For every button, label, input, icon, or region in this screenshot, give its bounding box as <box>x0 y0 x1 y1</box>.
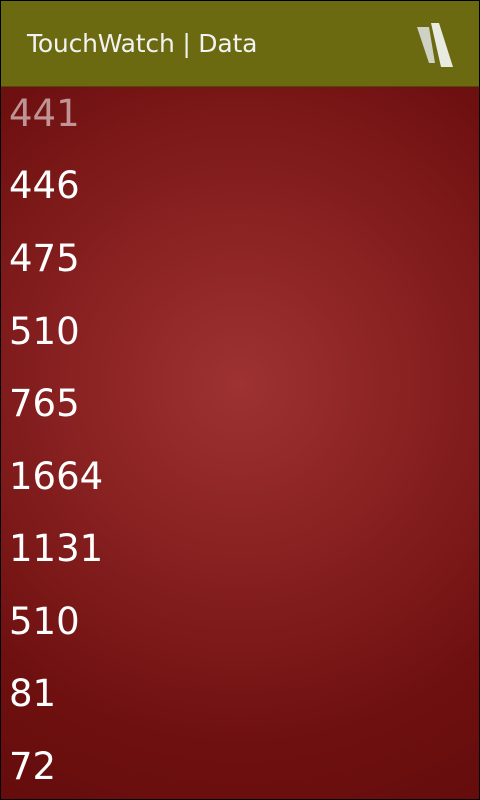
list-item[interactable]: 510 <box>9 603 80 676</box>
list-item[interactable]: 1664 <box>9 458 103 531</box>
data-list[interactable]: 441 446 475 510 765 1664 1131 510 81 72 <box>1 87 479 799</box>
list-item[interactable]: 441 <box>9 95 80 168</box>
list-item[interactable]: 765 <box>9 385 80 458</box>
list-item[interactable]: 1131 <box>9 530 103 603</box>
app-title: TouchWatch | Data <box>27 29 258 58</box>
list-item[interactable]: 475 <box>9 240 80 313</box>
list-item[interactable]: 81 <box>9 675 56 748</box>
title-bar: TouchWatch | Data <box>1 1 479 87</box>
list-item[interactable]: 72 <box>9 748 56 799</box>
list-item[interactable]: 446 <box>9 167 80 240</box>
screen: TouchWatch | Data 441 446 475 510 765 16… <box>1 1 479 799</box>
app-logo-icon[interactable] <box>417 23 453 67</box>
list-item[interactable]: 510 <box>9 313 80 386</box>
